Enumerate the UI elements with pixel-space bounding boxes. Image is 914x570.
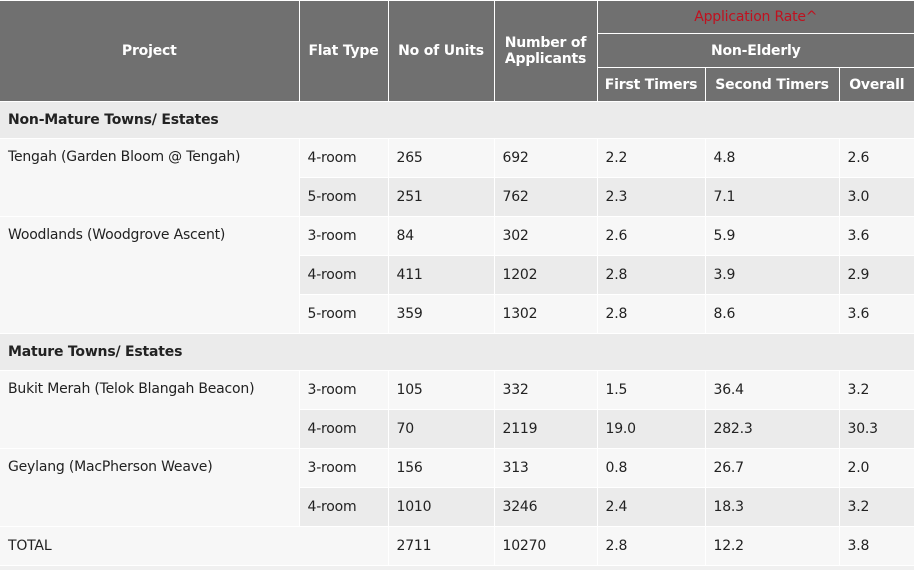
- application-rate-table: Project Flat Type No of Units Number of …: [0, 0, 914, 566]
- cell-applicants: 3246: [493, 487, 598, 527]
- cell-overall: 3.6: [838, 294, 914, 334]
- cell-overall: 3.2: [838, 487, 914, 527]
- cell-units: 1010: [387, 487, 495, 527]
- cell-units: 359: [387, 294, 495, 334]
- cell-overall: 3.6: [838, 216, 914, 256]
- table-row: Bukit Merah (Telok Blangah Beacon) 3-room…: [0, 370, 914, 449]
- cell-first-timers: 2.8: [596, 255, 706, 295]
- cell-applicants: 302: [493, 216, 598, 256]
- cell-first-timers: 0.8: [596, 448, 706, 488]
- cell-applicants: 2119: [493, 409, 598, 449]
- cell-flat-type: 4-room: [299, 487, 389, 527]
- cell-first-timers: 1.5: [596, 370, 706, 410]
- cell-flat-type: 3-room: [298, 216, 389, 256]
- table-row: Geylang (MacPherson Weave) 3-room 156 313 0.…: [0, 448, 914, 527]
- cell-units: 265: [387, 138, 495, 178]
- cell-overall: 30.3: [838, 409, 914, 449]
- table-row: Woodlands (Woodgrove Ascent) 3-room 84 302 2…: [0, 216, 914, 334]
- header-first-timers: First Timers: [597, 67, 706, 102]
- table-body: Non-Mature Towns/ Estates Tengah (Garden …: [0, 101, 914, 566]
- cell-flat-type: 5-room: [299, 294, 389, 334]
- project-name: Bukit Merah (Telok Blangah Beacon): [0, 370, 300, 449]
- cell-second-timers: 26.7: [704, 448, 840, 488]
- cell-first-timers: 19.0: [596, 409, 706, 449]
- cell-overall: 3.2: [838, 370, 914, 410]
- cell-second-timers: 7.1: [704, 177, 840, 217]
- section-title: Mature Towns/ Estates: [0, 333, 914, 371]
- cell-second-timers: 282.3: [704, 409, 840, 449]
- cell-flat-type: 5-room: [299, 177, 389, 217]
- project-name: Tengah (Garden Bloom @ Tengah): [0, 138, 300, 217]
- header-number-of-applicants: Number of Applicants: [493, 0, 598, 102]
- table-header: Project Flat Type No of Units Number of …: [0, 0, 914, 102]
- table-row: Tengah (Garden Bloom @ Tengah) 4-room 265 6…: [0, 138, 914, 217]
- header-second-timers: Second Timers: [704, 67, 840, 102]
- header-project: Project: [0, 0, 300, 102]
- cell-first-timers: 2.2: [596, 138, 706, 178]
- cell-first-timers: 2.3: [596, 177, 706, 217]
- section-title: Non-Mature Towns/ Estates: [0, 101, 914, 139]
- cell-overall: 3.0: [838, 177, 914, 217]
- cell-units: 156: [387, 448, 495, 488]
- cell-applicants: 313: [493, 448, 598, 488]
- project-name: Geylang (MacPherson Weave): [0, 448, 300, 527]
- cell-units: 70: [387, 409, 495, 449]
- header-no-of-units: No of Units: [387, 0, 495, 102]
- total-units: 2711: [387, 526, 495, 566]
- cell-second-timers: 3.9: [704, 255, 840, 295]
- total-applicants: 10270: [493, 526, 598, 566]
- cell-flat-type: 4-room: [299, 409, 389, 449]
- cell-second-timers: 4.8: [704, 138, 840, 178]
- cell-flat-type: 3-room: [298, 370, 389, 410]
- section-header-row: Mature Towns/ Estates: [0, 333, 914, 371]
- total-row: TOTAL 2711 10270 2.8 12.2 3.8: [0, 526, 914, 566]
- cell-units: 105: [387, 370, 495, 410]
- cell-units: 251: [387, 177, 495, 217]
- cell-units: 411: [387, 255, 495, 295]
- cell-first-timers: 2.8: [596, 294, 706, 334]
- cell-applicants: 692: [493, 138, 598, 178]
- total-first-timers: 2.8: [596, 526, 706, 566]
- cell-units: 84: [387, 216, 495, 256]
- cell-applicants: 1202: [493, 255, 598, 295]
- cell-flat-type: 3-room: [298, 448, 389, 488]
- cell-overall: 2.9: [838, 255, 914, 295]
- cell-second-timers: 36.4: [704, 370, 840, 410]
- total-label: TOTAL: [0, 526, 389, 566]
- cell-applicants: 762: [493, 177, 598, 217]
- cell-flat-type: 4-room: [298, 138, 389, 178]
- project-name: Woodlands (Woodgrove Ascent): [0, 216, 300, 334]
- total-overall: 3.8: [838, 526, 914, 566]
- cell-second-timers: 8.6: [704, 294, 840, 334]
- header-flat-type: Flat Type: [298, 0, 389, 102]
- cell-applicants: 332: [493, 370, 598, 410]
- cell-applicants: 1302: [493, 294, 598, 334]
- total-second-timers: 12.2: [704, 526, 840, 566]
- cell-overall: 2.0: [838, 448, 914, 488]
- header-overall: Overall: [838, 67, 914, 102]
- cell-second-timers: 18.3: [704, 487, 840, 527]
- cell-overall: 2.6: [838, 138, 914, 178]
- header-applicants-line1: Number of: [504, 35, 587, 51]
- cell-second-timers: 5.9: [704, 216, 840, 256]
- header-applicants-line2: Applicants: [504, 51, 587, 67]
- cell-flat-type: 4-room: [299, 255, 389, 295]
- header-non-elderly: Non-Elderly: [597, 33, 914, 68]
- header-application-rate: Application Rate^: [596, 0, 914, 34]
- section-header-row: Non-Mature Towns/ Estates: [0, 101, 914, 139]
- cell-first-timers: 2.4: [596, 487, 706, 527]
- cell-first-timers: 2.6: [596, 216, 706, 256]
